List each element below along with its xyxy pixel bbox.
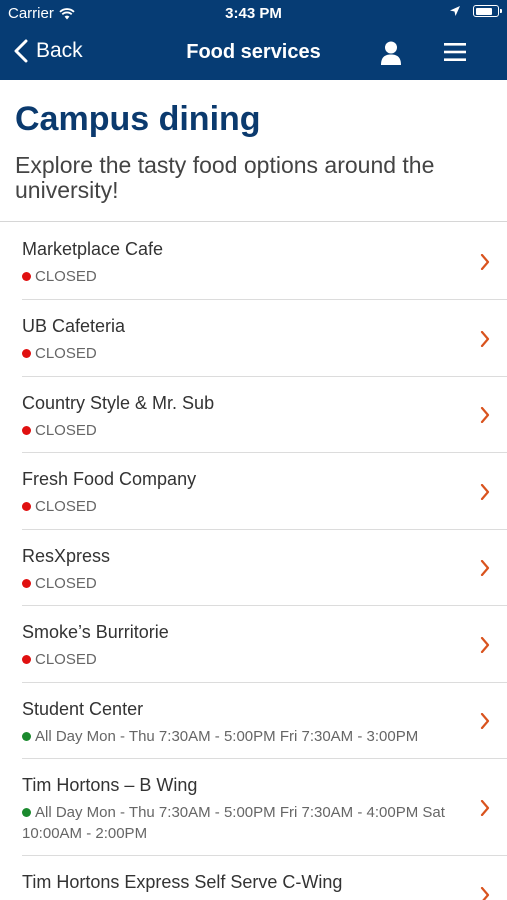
location-status: All Day Mon - Thu 7:30AM - 5:00PM Fri 7:…: [22, 726, 462, 747]
list-item[interactable]: ResXpress CLOSED: [22, 530, 507, 606]
page-subtitle: Explore the tasty food options around th…: [15, 152, 435, 203]
list-item[interactable]: Tim Hortons – B Wing All Day Mon - Thu 7:…: [22, 759, 507, 856]
location-name: UB Cafeteria: [22, 316, 126, 336]
chevron-right-icon: [480, 254, 490, 270]
nav-title: Food services: [186, 41, 321, 63]
location-status: CLOSED: [22, 649, 462, 670]
location-name: Tim Hortons – B Wing: [22, 775, 198, 795]
status-text: CLOSED: [35, 498, 97, 515]
list-item[interactable]: Fresh Food Company CLOSED: [22, 453, 507, 530]
status-dot-icon: [22, 349, 31, 358]
list-item[interactable]: Tim Hortons Express Self Serve C-Wing: [22, 856, 507, 900]
navigation-bar: Back Food services: [0, 28, 507, 80]
location-status: CLOSED: [22, 266, 462, 287]
battery-icon: [473, 5, 502, 17]
user-icon[interactable]: [380, 40, 402, 66]
hamburger-menu-icon[interactable]: [444, 42, 466, 62]
location-name: ResXpress: [22, 546, 111, 566]
chevron-right-icon: [480, 331, 490, 347]
list-item[interactable]: Smoke’s Burritorie CLOSED: [22, 606, 507, 683]
status-dot-icon: [22, 272, 31, 281]
status-dot-icon: [22, 579, 31, 588]
location-status: All Day Mon - Thu 7:30AM - 5:00PM Fri 7:…: [22, 802, 462, 844]
list-item[interactable]: Country Style & Mr. Sub CLOSED: [22, 377, 507, 453]
status-text: CLOSED: [35, 575, 97, 592]
clock: 3:43 PM: [225, 5, 282, 22]
status-dot-icon: [22, 732, 31, 741]
location-name: Student Center: [22, 699, 144, 719]
status-text: CLOSED: [35, 345, 97, 362]
status-dot-icon: [22, 655, 31, 664]
status-dot-icon: [22, 808, 31, 817]
status-dot-icon: [22, 426, 31, 435]
chevron-right-icon: [480, 484, 490, 500]
location-name: Tim Hortons Express Self Serve C-Wing: [22, 872, 343, 892]
chevron-right-icon: [480, 637, 490, 653]
location-status: CLOSED: [22, 343, 462, 364]
status-text: CLOSED: [35, 422, 97, 439]
status-text: CLOSED: [35, 651, 97, 668]
page-header: Campus dining Explore the tasty food opt…: [0, 80, 507, 222]
location-arrow-icon: [450, 6, 460, 16]
status-text: All Day Mon - Thu 7:30AM - 5:00PM Fri 7:…: [35, 728, 419, 745]
dining-location-list: Marketplace Cafe CLOSED UB Cafeteria CLOSED…: [0, 223, 507, 900]
status-bar: Carrier 3:43 PM: [0, 0, 507, 28]
chevron-right-icon: [480, 407, 490, 423]
location-name: Fresh Food Company: [22, 469, 197, 489]
location-name: Marketplace Cafe: [22, 239, 164, 259]
location-name: Smoke’s Burritorie: [22, 622, 169, 642]
chevron-right-icon: [480, 800, 490, 816]
list-item[interactable]: Marketplace Cafe CLOSED: [22, 223, 507, 300]
page-title: Campus dining: [15, 100, 261, 138]
chevron-right-icon: [480, 560, 490, 576]
chevron-right-icon: [480, 887, 490, 900]
status-text: All Day Mon - Thu 7:30AM - 5:00PM Fri 7:…: [22, 804, 445, 842]
location-name: Country Style & Mr. Sub: [22, 393, 215, 413]
location-status: CLOSED: [22, 573, 462, 594]
status-text: CLOSED: [35, 268, 97, 285]
location-status: CLOSED: [22, 496, 462, 517]
chevron-right-icon: [480, 713, 490, 729]
list-item[interactable]: Student Center All Day Mon - Thu 7:30AM -…: [22, 683, 507, 759]
status-dot-icon: [22, 502, 31, 511]
list-item[interactable]: UB Cafeteria CLOSED: [22, 300, 507, 377]
location-status: CLOSED: [22, 420, 462, 441]
